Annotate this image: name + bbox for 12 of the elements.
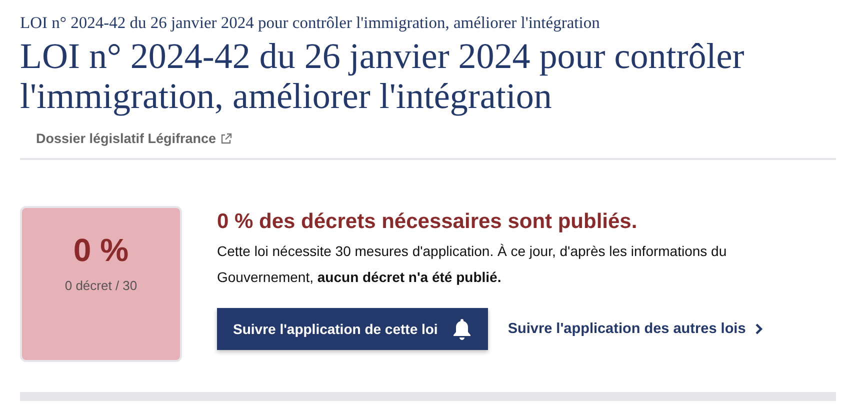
dossier-link[interactable]: Dossier législatif Légifrance [36, 131, 232, 146]
status-description: Cette loi nécessite 30 mesures d'application. À ce jour, d'après les informations du Gouvernement, aucun décret n'a été publié. [217, 242, 728, 287]
chevron-right-icon [754, 323, 763, 335]
decree-count: 0 décret / 30 [64, 278, 138, 293]
other-laws-link[interactable]: Suivre l'application des autres lois [508, 321, 763, 337]
percent-value: 0 % [73, 231, 129, 270]
follow-button[interactable]: Suivre l'application de cette loi [217, 308, 488, 350]
bell-icon [452, 318, 472, 340]
external-link-icon [220, 132, 232, 144]
page-title: LOI n° 2024-42 du 26 janvier 2024 pour contrôler l'immigration, améliorer l'intégration [20, 36, 746, 116]
breadcrumb: LOI n° 2024-42 du 26 janvier 2024 pour contrôler l'immigration, améliorer l'intégration [20, 12, 601, 34]
status-headline: 0 % des décrets nécessaires sont publiés. [217, 209, 638, 235]
